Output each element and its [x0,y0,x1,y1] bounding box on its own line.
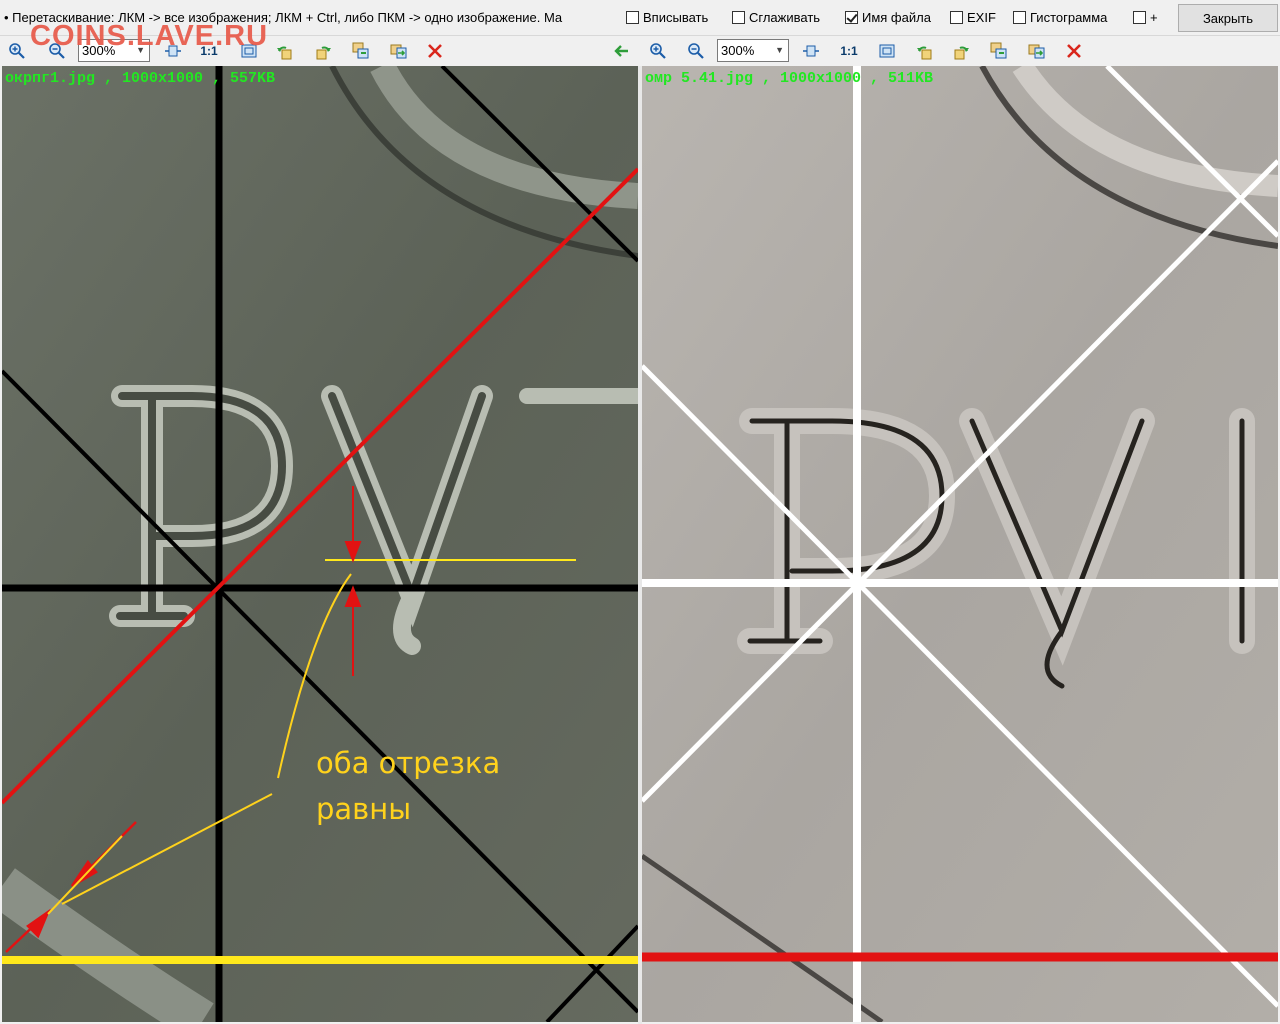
copy-image-icon[interactable] [350,41,372,61]
actual-size-button[interactable]: 1:1 [838,41,860,61]
left-image-panel[interactable]: окрпг1.jpg , 1000x1000 , 557KB оба отрез… [2,66,638,1022]
plus-checkbox-box[interactable] [1133,11,1146,24]
chevron-down-icon: ▼ [775,45,784,55]
sync-arrow-left-icon[interactable] [610,41,632,61]
left-file-label: окрпг1.jpg , 1000x1000 , 557KB [5,70,276,87]
rotate-right-icon[interactable] [312,41,334,61]
fit-width-icon[interactable] [800,41,822,61]
right-toolbar: 300% ▼ 1:1 [642,36,1280,66]
fit-window-icon[interactable] [876,41,898,61]
fit-checkbox[interactable]: Вписывать [626,10,708,25]
close-image-icon[interactable] [1063,41,1085,61]
exif-checkbox-box[interactable] [950,11,963,24]
exif-checkbox[interactable]: EXIF [950,10,996,25]
zoom-in-icon[interactable] [6,41,28,61]
right-coin-image [642,66,1278,1022]
left-coin-image [2,66,638,1022]
coin-surface [2,66,638,1022]
site-watermark: COINS.LAVE.RU [30,20,269,52]
rotate-left-icon[interactable] [274,41,296,61]
fit-checkbox-box[interactable] [626,11,639,24]
annotation-line-1: оба отрезка [316,746,501,780]
filename-checkbox[interactable]: Имя файла [845,10,931,25]
save-image-icon[interactable] [388,41,410,61]
close-image-icon[interactable] [424,41,446,61]
zoom-out-icon[interactable] [685,41,707,61]
right-image-panel[interactable]: омр 5.41.jpg , 1000x1000 , 511KB [642,66,1278,1022]
filename-checkbox-box[interactable] [845,11,858,24]
zoom-select[interactable]: 300% ▼ [717,39,789,62]
rotate-left-icon[interactable] [914,41,936,61]
plus-checkbox[interactable]: + [1133,10,1158,25]
smooth-checkbox[interactable]: Сглаживать [732,10,820,25]
annotation-text: оба отрезка равны [316,740,500,832]
save-image-icon[interactable] [1026,41,1048,61]
rotate-right-icon[interactable] [950,41,972,61]
coin-surface [642,66,1278,1022]
smooth-checkbox-box[interactable] [732,11,745,24]
close-button[interactable]: Закрыть [1178,4,1278,32]
zoom-in-icon[interactable] [647,41,669,61]
histogram-checkbox[interactable]: Гистограмма [1013,10,1107,25]
annotation-line-2: равны [316,792,412,826]
histogram-checkbox-box[interactable] [1013,11,1026,24]
copy-image-icon[interactable] [988,41,1010,61]
right-file-label: омр 5.41.jpg , 1000x1000 , 511KB [645,70,934,87]
